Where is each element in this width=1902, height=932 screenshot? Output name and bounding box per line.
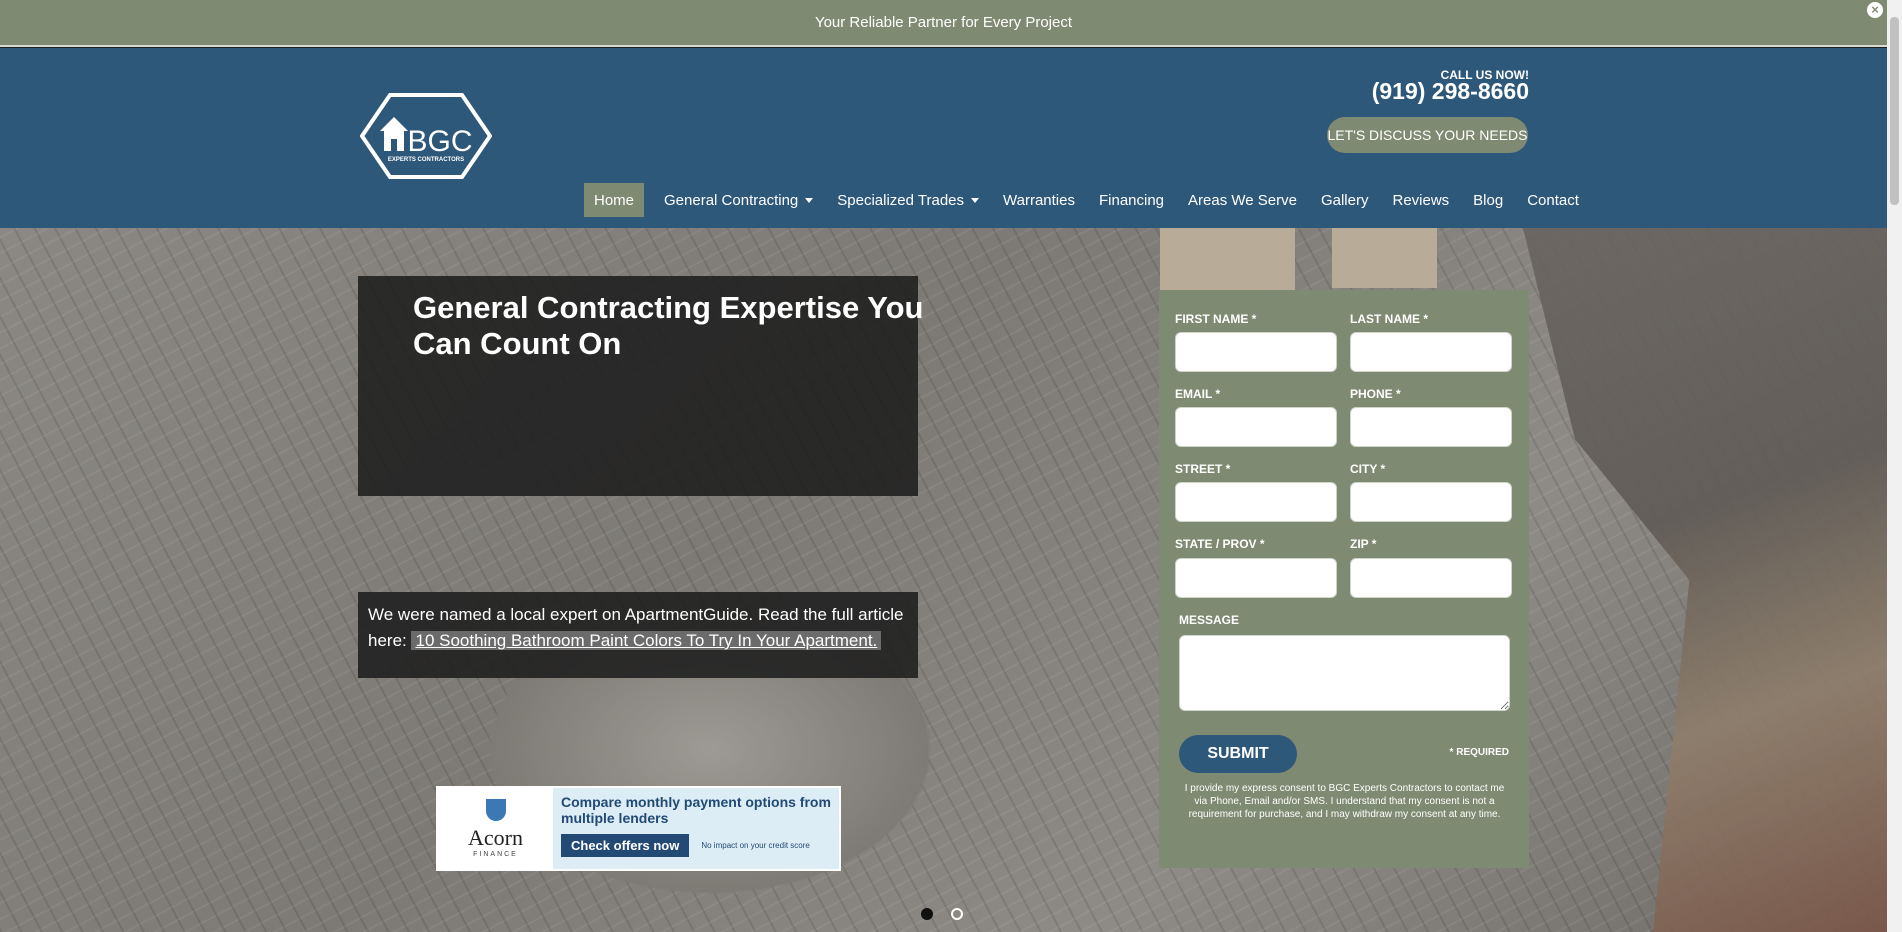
email-label: EMAIL * <box>1175 387 1221 401</box>
nav-item-label: Contact <box>1527 191 1579 209</box>
ad-title: Compare monthly payment options from mul… <box>561 794 831 826</box>
nav-item-reviews[interactable]: Reviews <box>1380 183 1461 217</box>
nav-item-areas-we-serve[interactable]: Areas We Serve <box>1176 183 1309 217</box>
street-field[interactable] <box>1175 482 1337 522</box>
nav-item-home[interactable]: Home <box>584 183 645 217</box>
nav-item-specialized-trades[interactable]: Specialized Trades <box>825 183 991 217</box>
check-offers-button[interactable]: Check offers now <box>561 834 690 857</box>
zip-field[interactable] <box>1350 558 1512 598</box>
ad-note: No impact on your credit score <box>701 841 810 850</box>
main-nav: Home General Contracting Specialized Tra… <box>584 183 1591 217</box>
phone-number[interactable]: (919) 298-8660 <box>1372 78 1529 105</box>
phone-label: PHONE * <box>1350 387 1401 401</box>
discuss-needs-button[interactable]: LET'S DISCUSS YOUR NEEDS <box>1327 117 1528 153</box>
phone-field[interactable] <box>1350 407 1512 447</box>
nav-item-contact[interactable]: Contact <box>1515 183 1591 217</box>
state-label: STATE / PROV * <box>1175 537 1265 551</box>
nav-item-general-contracting[interactable]: General Contracting <box>652 183 825 217</box>
nav-item-label: Warranties <box>1003 191 1075 209</box>
announcement-text: Your Reliable Partner for Every Project <box>814 14 1073 31</box>
message-field[interactable] <box>1179 635 1510 711</box>
ad-body: Compare monthly payment options from mul… <box>553 788 839 869</box>
logo-text: BGC <box>407 125 472 158</box>
slider-dots <box>921 908 963 920</box>
site-header: BGC EXPERTS CONTRACTORS CALL US NOW! (91… <box>0 48 1887 228</box>
ad-brand-sub: FINANCE <box>473 851 518 858</box>
logo-subtext: EXPERTS CONTRACTORS <box>388 157 464 163</box>
ad-brand: Acorn <box>468 825 523 850</box>
street-label: STREET * <box>1175 462 1231 476</box>
message-label: MESSAGE <box>1179 613 1240 627</box>
nav-item-label: Blog <box>1473 191 1504 209</box>
slider-dot-1[interactable] <box>921 908 933 920</box>
first-name-field[interactable] <box>1175 332 1337 372</box>
headline-box: General Contracting Expertise You Can Co… <box>358 276 924 496</box>
chevron-down-icon <box>805 197 814 203</box>
nav-item-label: Financing <box>1098 191 1165 209</box>
email-field[interactable] <box>1175 407 1337 447</box>
article-link[interactable]: 10 Soothing Bathroom Paint Colors To Try… <box>411 631 882 650</box>
chevron-down-icon <box>971 197 980 203</box>
consent-text: I provide my express consent to BGC Expe… <box>1184 783 1505 820</box>
nav-item-label: Reviews <box>1392 191 1450 209</box>
financing-ad-banner[interactable]: Acorn FINANCE Compare monthly payment op… <box>436 786 841 871</box>
slider-dot-2[interactable] <box>951 908 963 920</box>
announcement-bar: Your Reliable Partner for Every Project … <box>0 0 1887 47</box>
nav-item-label: Specialized Trades <box>837 191 965 209</box>
city-field[interactable] <box>1350 482 1512 522</box>
first-name-label: FIRST NAME * <box>1175 312 1257 326</box>
shield-icon <box>485 799 506 821</box>
zip-label: ZIP * <box>1350 537 1377 551</box>
bgc-logo[interactable]: BGC EXPERTS CONTRACTORS <box>360 93 492 179</box>
required-note: * REQUIRED <box>1449 747 1509 758</box>
contact-form: FIRST NAME * LAST NAME * EMAIL * PHONE *… <box>1159 290 1529 868</box>
page-scrollbar[interactable] <box>1887 0 1902 932</box>
last-name-field[interactable] <box>1350 332 1512 372</box>
city-label: CITY * <box>1350 462 1386 476</box>
scrollbar-thumb[interactable] <box>1890 17 1899 205</box>
state-field[interactable] <box>1175 558 1337 598</box>
article-callout: We were named a local expert on Apartmen… <box>358 592 918 678</box>
close-icon[interactable]: × <box>1867 2 1883 18</box>
hero-section: General Contracting Expertise You Can Co… <box>0 228 1887 932</box>
ad-row: Check offers now No impact on your credi… <box>561 834 831 857</box>
nav-item-gallery[interactable]: Gallery <box>1309 183 1381 217</box>
submit-button[interactable]: SUBMIT <box>1179 735 1297 773</box>
nav-item-blog[interactable]: Blog <box>1461 183 1515 217</box>
hero-chimney-image <box>1332 228 1437 288</box>
nav-item-financing[interactable]: Financing <box>1087 183 1176 217</box>
nav-item-warranties[interactable]: Warranties <box>991 183 1087 217</box>
nav-item-label: Home <box>594 191 635 209</box>
nav-item-label: General Contracting <box>664 191 799 209</box>
acorn-logo: Acorn FINANCE <box>438 788 553 869</box>
nav-item-label: Gallery <box>1320 191 1369 209</box>
nav-item-label: Areas We Serve <box>1188 191 1297 209</box>
last-name-label: LAST NAME * <box>1350 312 1428 326</box>
hero-headline: General Contracting Expertise You Can Co… <box>413 290 924 361</box>
